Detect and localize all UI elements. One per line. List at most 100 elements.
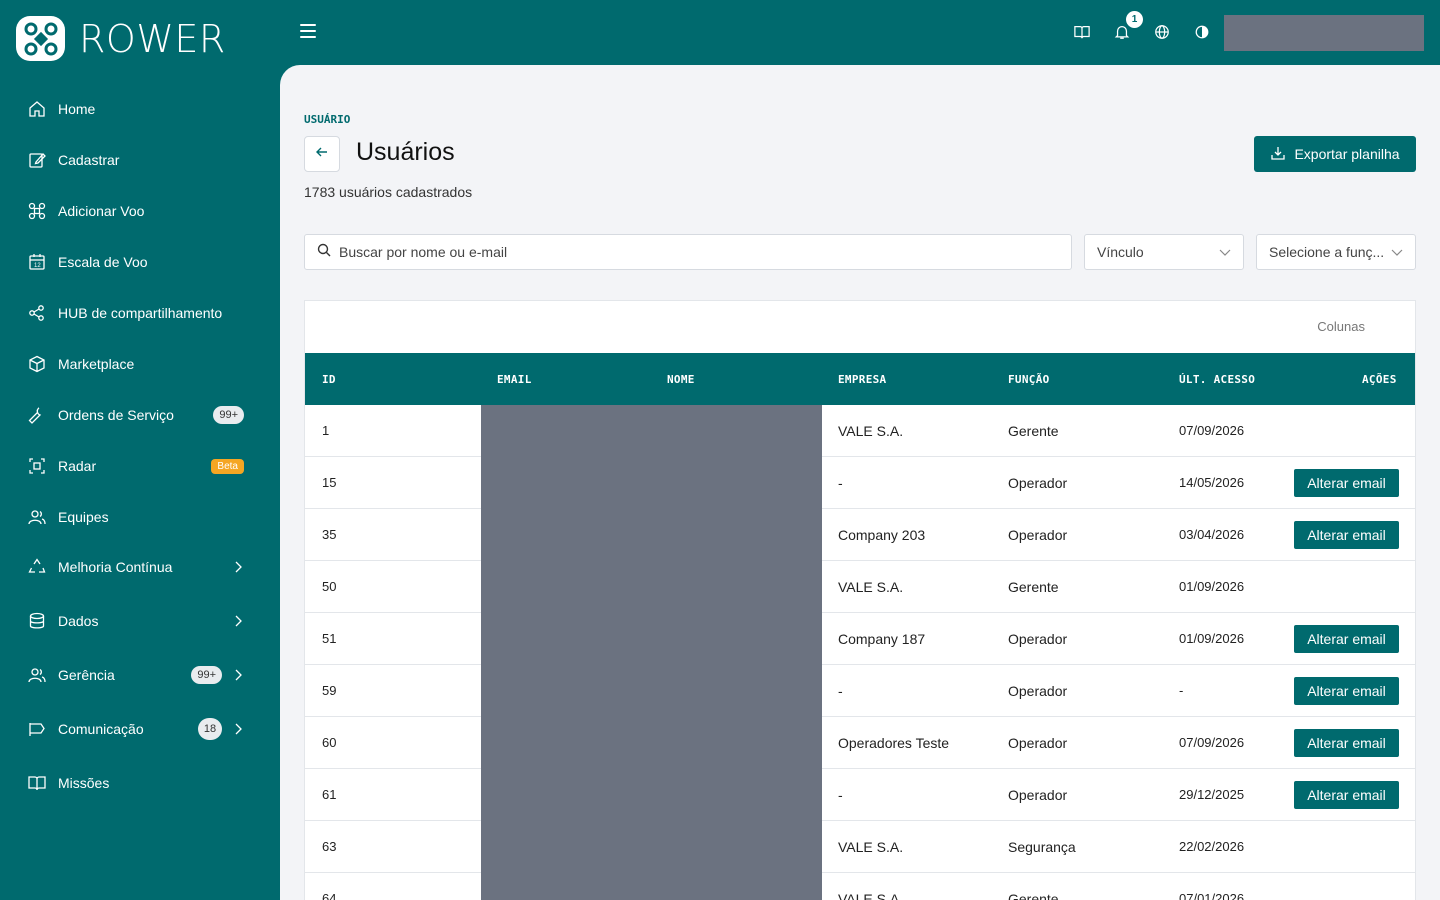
chevron-down-icon	[1391, 244, 1403, 260]
col-header-ultimo-acesso[interactable]: ÚLT. ACESSO	[1179, 373, 1255, 386]
cell-empresa: Company 203	[838, 527, 926, 543]
cell-empresa: VALE S.A.	[838, 891, 904, 900]
cell-ultimo-acesso: 14/05/2026	[1179, 475, 1245, 490]
funcao-select-value: Selecione a funç...	[1269, 244, 1385, 260]
cell-funcao: Gerente	[1008, 579, 1059, 595]
change-email-button[interactable]: Alterar email	[1294, 469, 1399, 497]
table-row[interactable]: 50 VALE S.A. Gerente 01/09/2026	[305, 561, 1415, 613]
sidebar-item-escala-de-voo[interactable]: 12 Escala de Voo	[26, 245, 246, 279]
sidebar-item-label: Cadastrar	[58, 152, 120, 168]
cell-ultimo-acesso: -	[1179, 683, 1184, 698]
change-email-button[interactable]: Alterar email	[1294, 677, 1399, 705]
sidebar-item-label: Dados	[58, 613, 99, 629]
search-input[interactable]	[339, 244, 1039, 260]
cell-ultimo-acesso: 22/02/2026	[1179, 839, 1245, 854]
chevron-down-icon	[1219, 244, 1231, 260]
users-icon	[26, 506, 48, 528]
cell-empresa: -	[838, 475, 843, 491]
table-row[interactable]: 35 Company 203 Operador 03/04/2026 Alterar e…	[305, 509, 1415, 561]
user-menu[interactable]	[1224, 15, 1424, 51]
change-email-button[interactable]: Alterar email	[1294, 625, 1399, 653]
table-row[interactable]: 51 Company 187 Operador 01/09/2026 Alterar e…	[305, 613, 1415, 665]
redacted-email-name	[481, 665, 822, 717]
columns-button[interactable]: Colunas	[1317, 319, 1365, 334]
back-button[interactable]	[304, 136, 340, 172]
vinculo-select[interactable]: Vínculo	[1084, 234, 1244, 270]
col-header-empresa[interactable]: EMPRESA	[838, 373, 886, 386]
cell-empresa: VALE S.A.	[838, 579, 904, 595]
users-icon	[26, 664, 48, 686]
wrench-icon	[26, 404, 48, 426]
change-email-button[interactable]: Alterar email	[1294, 781, 1399, 809]
cell-funcao: Operador	[1008, 735, 1068, 751]
sidebar-item-radar[interactable]: Radar Beta	[26, 449, 246, 483]
page-title: Usuários	[356, 138, 455, 166]
cell-funcao: Segurança	[1008, 839, 1076, 855]
download-icon	[1270, 145, 1286, 164]
redacted-email-name	[481, 821, 822, 873]
cell-ultimo-acesso: 01/09/2026	[1179, 579, 1245, 594]
hamburger-menu-button[interactable]	[300, 20, 322, 42]
redacted-email-name	[481, 405, 822, 457]
col-header-funcao[interactable]: FUNÇÃO	[1008, 373, 1050, 386]
sidebar-item-missoes[interactable]: Missões	[26, 766, 246, 800]
share-icon	[26, 302, 48, 324]
cell-id: 61	[322, 787, 337, 802]
sidebar-item-comunicacao[interactable]: Comunicação 18	[26, 712, 246, 746]
search-icon	[317, 243, 331, 262]
table-row[interactable]: 61 - Operador 29/12/2025 Alterar email	[305, 769, 1415, 821]
search-field[interactable]	[304, 234, 1072, 270]
users-table-card: Colunas ID EMAIL NOME EMPRESA FUNÇÃO ÚLT…	[304, 300, 1416, 900]
table-row[interactable]: 63 VALE S.A. Segurança 22/02/2026	[305, 821, 1415, 873]
arrow-left-icon	[315, 145, 329, 164]
col-header-email[interactable]: EMAIL	[497, 373, 532, 386]
table-row[interactable]: 59 - Operador - Alterar email	[305, 665, 1415, 717]
sidebar-item-cadastrar[interactable]: Cadastrar	[26, 143, 246, 177]
users-count: 1783 usuários cadastrados	[304, 184, 473, 200]
cell-id: 35	[322, 527, 337, 542]
sidebar-item-label: Marketplace	[58, 356, 135, 372]
cell-empresa: VALE S.A.	[838, 839, 904, 855]
sidebar-item-ordens-de-servico[interactable]: Ordens de Serviço 99+	[26, 398, 246, 432]
breadcrumb: USUÁRIO	[304, 113, 351, 126]
chevron-right-icon	[230, 615, 246, 627]
calendar-icon: 12	[26, 251, 48, 273]
cell-funcao: Operador	[1008, 527, 1068, 543]
col-header-id[interactable]: ID	[322, 373, 336, 386]
table-row[interactable]: 1 VALE S.A. Gerente 07/09/2026	[305, 405, 1415, 457]
change-email-button[interactable]: Alterar email	[1294, 521, 1399, 549]
sidebar-item-equipes[interactable]: Equipes	[26, 500, 246, 534]
notification-badge: 1	[1126, 11, 1143, 28]
sidebar-item-label: Adicionar Voo	[58, 203, 145, 219]
table-row[interactable]: 64 VALE S.A. Gerente 07/01/2026	[305, 873, 1415, 900]
cell-empresa: VALE S.A.	[838, 423, 904, 439]
export-spreadsheet-button[interactable]: Exportar planilha	[1254, 136, 1416, 172]
globe-icon[interactable]	[1152, 22, 1172, 42]
contrast-icon[interactable]	[1192, 22, 1212, 42]
edit-icon	[26, 149, 48, 171]
sidebar-item-label: Home	[58, 101, 96, 117]
logo[interactable]: ROWER	[16, 16, 226, 61]
sidebar-item-melhoria-continua[interactable]: Melhoria Contínua	[26, 550, 246, 584]
funcao-select[interactable]: Selecione a funç...	[1256, 234, 1416, 270]
change-email-button[interactable]: Alterar email	[1294, 729, 1399, 757]
sidebar-item-home[interactable]: Home	[26, 92, 246, 126]
redacted-email-name	[481, 509, 822, 561]
cell-id: 60	[322, 735, 337, 750]
table-row[interactable]: 60 Operadores Teste Operador 07/09/2026 Alte…	[305, 717, 1415, 769]
cell-ultimo-acesso: 07/09/2026	[1179, 735, 1245, 750]
book-icon[interactable]	[1072, 22, 1092, 42]
col-header-acoes: AÇÕES	[1362, 373, 1397, 386]
sidebar-item-marketplace[interactable]: Marketplace	[26, 347, 246, 381]
svg-text:12: 12	[34, 263, 41, 269]
sidebar-item-adicionar-voo[interactable]: Adicionar Voo	[26, 194, 246, 228]
sidebar-item-hub[interactable]: HUB de compartilhamento	[26, 296, 246, 330]
sidebar: ROWER Home Cadastrar Adicionar Voo 12 Es…	[0, 0, 280, 900]
table-row[interactable]: 15 - Operador 14/05/2026 Alterar email	[305, 457, 1415, 509]
redacted-email-name	[481, 769, 822, 821]
count-badge: 18	[198, 718, 222, 740]
col-header-nome[interactable]: NOME	[667, 373, 695, 386]
sidebar-item-gerencia[interactable]: Gerência 99+	[26, 658, 246, 692]
cell-ultimo-acesso: 01/09/2026	[1179, 631, 1245, 646]
sidebar-item-dados[interactable]: Dados	[26, 604, 246, 638]
